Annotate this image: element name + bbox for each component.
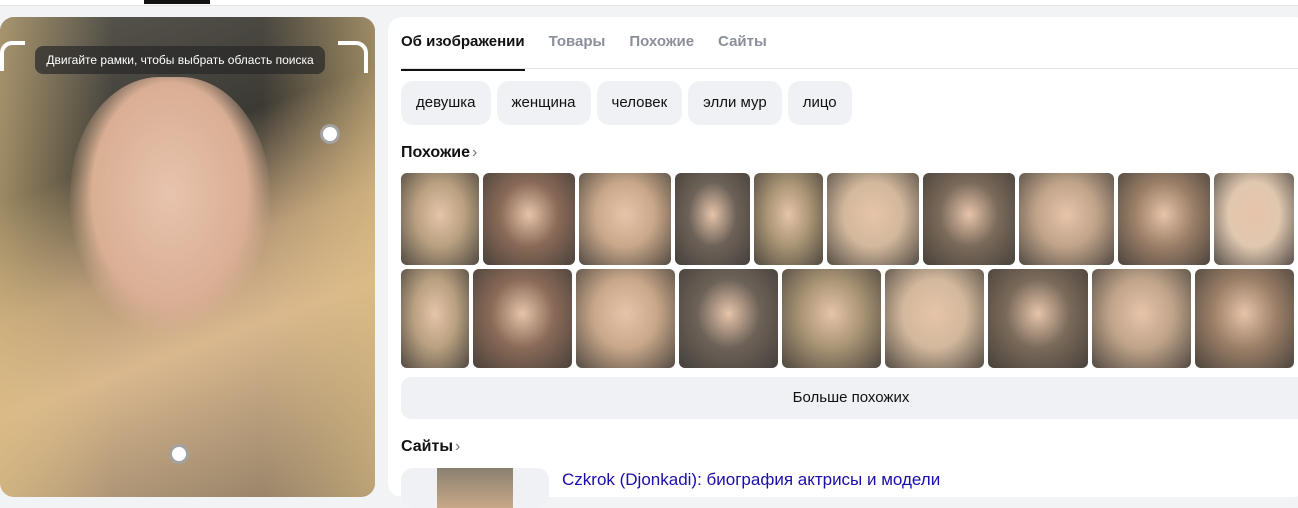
active-tab-indicator (144, 0, 210, 4)
chevron-right-icon: › (472, 144, 478, 161)
results-panel: Об изображении Товары Похожие Сайты деву… (388, 17, 1298, 508)
tag-list: девушка женщина человек элли мур лицо (401, 81, 852, 125)
crop-handle-bottom[interactable] (169, 444, 189, 464)
tabs: Об изображении Товары Похожие Сайты (401, 33, 767, 71)
similar-image-thumbnail[interactable] (579, 173, 671, 265)
similar-image-thumbnail[interactable] (483, 173, 575, 265)
tag-chip[interactable]: женщина (496, 81, 591, 125)
tab-similar[interactable]: Похожие (629, 33, 694, 71)
similar-image-thumbnail[interactable] (1092, 269, 1191, 368)
sites-heading[interactable]: Сайты › (401, 438, 460, 456)
similar-heading-label: Похожие (401, 144, 471, 161)
tab-products[interactable]: Товары (549, 33, 606, 71)
similar-image-thumbnail[interactable] (782, 269, 881, 368)
similar-image-thumbnail[interactable] (473, 269, 572, 368)
similar-image-thumbnail[interactable] (679, 269, 778, 368)
tag-chip[interactable]: элли мур (688, 81, 782, 125)
similar-image-thumbnail[interactable] (1195, 269, 1294, 368)
similar-image-thumbnail[interactable] (401, 173, 479, 265)
similar-image-thumbnail[interactable] (754, 173, 823, 265)
site-link[interactable]: Czkrok (Djonkadi): биография актрисы и м… (562, 470, 940, 490)
similar-image-thumbnail[interactable] (675, 173, 750, 265)
site-thumbnail[interactable] (401, 468, 549, 508)
tab-about-image[interactable]: Об изображении (401, 33, 525, 71)
tag-chip[interactable]: лицо (787, 81, 852, 125)
tag-chip[interactable]: человек (596, 81, 683, 125)
tag-chip[interactable]: девушка (401, 81, 491, 125)
more-similar-button[interactable]: Больше похожих (401, 377, 1298, 419)
site-image (437, 468, 513, 508)
tabs-divider (401, 68, 1298, 69)
similar-image-thumbnail[interactable] (1118, 173, 1210, 265)
similar-image-thumbnail[interactable] (988, 269, 1088, 368)
similar-heading[interactable]: Похожие › (401, 144, 477, 162)
sites-heading-label: Сайты (401, 438, 453, 455)
similar-image-thumbnail[interactable] (1019, 173, 1114, 265)
similar-image-thumbnail[interactable] (923, 173, 1015, 265)
query-image-viewer[interactable]: Двигайте рамки, чтобы выбрать область по… (0, 17, 375, 497)
similar-image-thumbnail[interactable] (576, 269, 675, 368)
image-overlay (0, 17, 375, 497)
crop-hint: Двигайте рамки, чтобы выбрать область по… (35, 46, 325, 74)
similar-image-thumbnail[interactable] (401, 269, 469, 368)
similar-image-thumbnail[interactable] (1214, 173, 1294, 265)
tab-sites[interactable]: Сайты (718, 33, 767, 71)
similar-image-thumbnail[interactable] (885, 269, 984, 368)
similar-image-thumbnail[interactable] (827, 173, 919, 265)
crop-corner-top-right[interactable] (338, 41, 368, 73)
chevron-right-icon: › (454, 438, 461, 455)
crop-corner-top-left[interactable] (0, 41, 25, 71)
crop-handle-right[interactable] (320, 124, 340, 144)
